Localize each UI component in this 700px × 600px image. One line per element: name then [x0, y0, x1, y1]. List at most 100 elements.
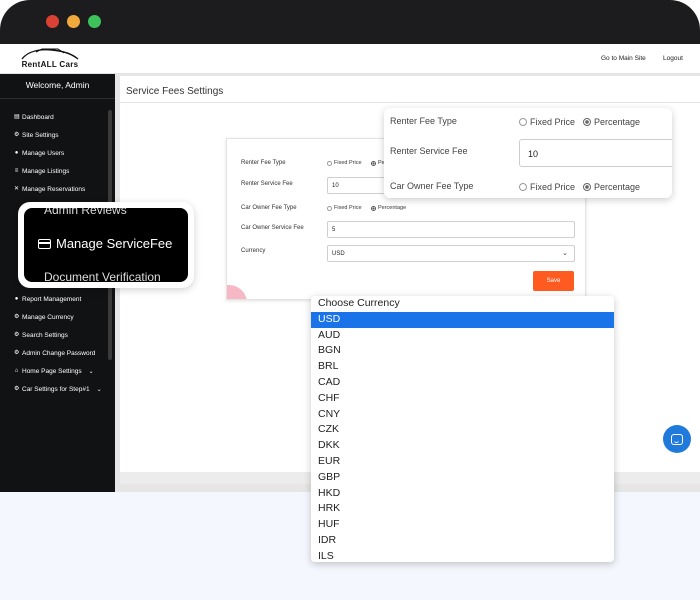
radio-label: Percentage: [594, 182, 641, 192]
radio-label: Percentage: [378, 205, 407, 211]
chevron-down-icon: ⌄: [88, 369, 94, 375]
sidebar-item-label: Search Settings: [22, 332, 68, 339]
radio-icon: [519, 183, 527, 191]
renter-percentage-radio[interactable]: Pe: [371, 160, 385, 166]
currency-option[interactable]: IDR: [311, 533, 614, 549]
page-title: Service Fees Settings: [126, 86, 224, 97]
currency-option[interactable]: HKD: [311, 486, 614, 502]
gear-icon: ⚙: [14, 350, 20, 356]
user-icon: ●: [14, 150, 19, 156]
sidebar-item-manage-users[interactable]: ● Manage Users: [14, 150, 65, 157]
sidebar-item-manage-listings[interactable]: ≡ Manage Listings: [14, 168, 70, 175]
radio-label: Percentage: [594, 117, 641, 127]
gear-icon: ⚙: [14, 386, 20, 392]
sidebar-item-search-settings[interactable]: ⚙ Search Settings: [14, 332, 68, 339]
sidebar-item-label: Manage Users: [22, 150, 65, 157]
sidebar-item-manage-currency[interactable]: ⚙ Manage Currency: [14, 314, 74, 321]
credit-card-icon: [38, 238, 51, 249]
currency-option[interactable]: CHF: [311, 391, 614, 407]
currency-select[interactable]: USD ⌄: [327, 245, 575, 262]
cross-icon: ✕: [14, 186, 20, 192]
sidebar-item-admin-change-password[interactable]: ⚙ Admin Change Password: [14, 350, 95, 357]
logo[interactable]: RentALL Cars: [16, 48, 84, 72]
welcome-text: Welcome, Admin: [25, 80, 90, 90]
sidebar-item-home-page-settings[interactable]: ⌂ Home Page Settings ⌄: [14, 368, 94, 375]
currency-option[interactable]: CAD: [311, 375, 614, 391]
decorative-blob: [227, 285, 247, 299]
renter-percentage-radio[interactable]: Percentage: [583, 117, 640, 127]
chat-icon: [671, 433, 683, 445]
radio-selected-icon: [371, 205, 376, 211]
renter-fee-type-label: Renter Fee Type: [390, 116, 457, 126]
save-button[interactable]: Save: [533, 271, 574, 291]
sidebar-item-label: Car Settings for Step#1: [22, 386, 90, 393]
zoomed-manage-servicefee-item[interactable]: Manage ServiceFee: [38, 236, 172, 251]
sidebar-item-site-settings[interactable]: ⚙ Site Settings: [14, 132, 59, 139]
radio-selected-icon: [583, 118, 591, 126]
currency-option[interactable]: USD: [311, 311, 614, 328]
list-icon: ≡: [14, 168, 19, 174]
renter-fixed-price-radio[interactable]: Fixed Price: [519, 117, 575, 127]
owner-percentage-radio[interactable]: Percentage: [371, 205, 406, 211]
renter-service-fee-label: Renter Service Fee: [390, 146, 468, 156]
owner-fee-type-label: Car Owner Fee Type: [390, 181, 474, 191]
zoomed-document-verification-item[interactable]: Document Verification: [44, 270, 161, 282]
go-to-main-site-link[interactable]: Go to Main Site: [601, 55, 646, 62]
currency-option[interactable]: BGN: [311, 343, 614, 359]
currency-option[interactable]: HRK: [311, 501, 614, 517]
sidebar-item-label: Manage Currency: [22, 314, 74, 321]
sidebar-item-label: Dashboard: [22, 114, 54, 121]
radio-selected-icon: [371, 160, 376, 166]
close-window-button[interactable]: [46, 15, 59, 28]
renter-service-fee-label: Renter Service Fee: [241, 181, 293, 187]
radio-label: Fixed Price: [530, 117, 576, 127]
sidebar-item-label: Manage Reservations: [22, 186, 86, 193]
renter-fixed-price-radio[interactable]: Fixed Price: [327, 160, 362, 166]
sidebar-item-report-management[interactable]: ● Report Management: [14, 296, 82, 303]
sidebar-item-label: Site Settings: [22, 132, 59, 139]
currency-label: Currency: [241, 248, 266, 254]
home-icon: ⌂: [14, 368, 19, 374]
radio-icon: [519, 118, 527, 126]
currency-option[interactable]: CNY: [311, 407, 614, 423]
owner-fixed-price-radio[interactable]: Fixed Price: [327, 205, 362, 211]
chart-icon: ▤: [14, 114, 20, 120]
radio-label: Fixed Price: [334, 205, 362, 211]
currency-option[interactable]: DKK: [311, 438, 614, 454]
owner-fixed-price-radio[interactable]: Fixed Price: [519, 182, 575, 192]
sidebar-item-manage-reservations[interactable]: ✕ Manage Reservations: [14, 186, 85, 193]
radio-label: Fixed Price: [530, 182, 576, 192]
logout-link[interactable]: Logout: [663, 55, 683, 62]
minimize-window-button[interactable]: [67, 15, 80, 28]
currency-option[interactable]: BRL: [311, 359, 614, 375]
chevron-down-icon: ⌄: [562, 250, 568, 257]
currency-option[interactable]: AUD: [311, 328, 614, 344]
maximize-window-button[interactable]: [88, 15, 101, 28]
sidebar-item-dashboard[interactable]: ▤ Dashboard: [14, 114, 54, 121]
logo-text: RentALL Cars: [21, 60, 79, 69]
owner-service-fee-label: Car Owner Service Fee: [241, 225, 304, 231]
sidebar-item-label: Report Management: [22, 296, 82, 303]
car-logo-icon: [21, 48, 79, 60]
gear-icon: ⚙: [14, 314, 20, 320]
currency-select-value: USD: [332, 251, 345, 257]
dropdown-header: Choose Currency: [318, 297, 400, 309]
radio-icon: [327, 205, 332, 211]
currency-option[interactable]: HUF: [311, 517, 614, 533]
chat-button[interactable]: [663, 425, 691, 453]
zoomed-admin-reviews-item[interactable]: Admin Reviews: [44, 208, 127, 217]
owner-service-fee-input[interactable]: 5: [327, 221, 575, 238]
stage: RentALL Cars Go to Main Site Logout Welc…: [0, 0, 700, 600]
renter-service-fee-input[interactable]: 10: [519, 139, 672, 167]
currency-option[interactable]: ILS: [311, 549, 614, 562]
sidebar-item-label: Manage Listings: [22, 168, 70, 175]
divider: [120, 102, 700, 103]
currency-option[interactable]: CZK: [311, 422, 614, 438]
currency-option[interactable]: EUR: [311, 454, 614, 470]
top-bar: RentALL Cars Go to Main Site Logout: [0, 44, 700, 74]
sidebar-item-car-settings-step1[interactable]: ⚙ Car Settings for Step#1 ⌄: [14, 386, 102, 393]
owner-percentage-radio[interactable]: Percentage: [583, 182, 640, 192]
sidebar-item-label: Home Page Settings: [22, 368, 82, 375]
currency-option[interactable]: GBP: [311, 470, 614, 486]
radio-label: Fixed Price: [334, 160, 362, 166]
